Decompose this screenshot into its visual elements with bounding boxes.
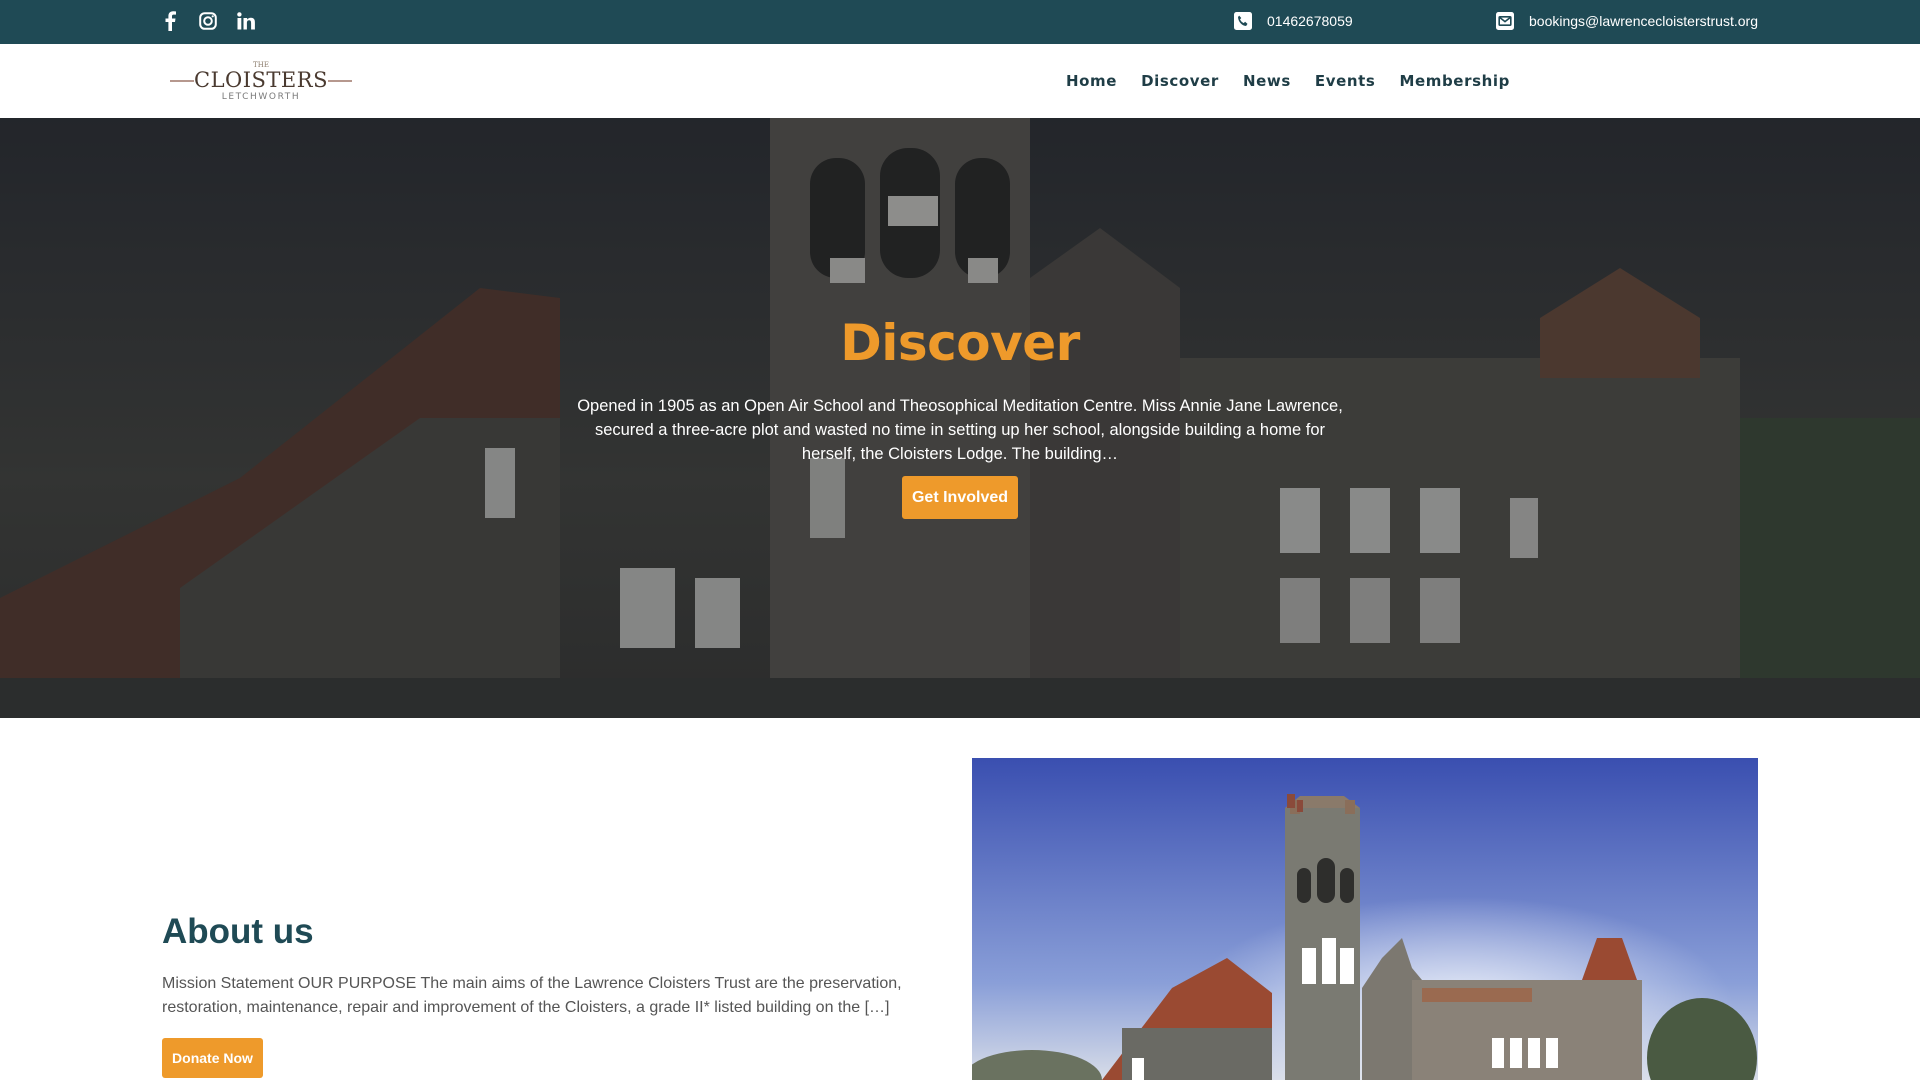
phone-contact[interactable]: 01462678059 <box>1233 11 1353 31</box>
phone-icon <box>1233 11 1253 31</box>
site-header: THE CLOISTERS LETCHWORTH Home Discover N… <box>0 44 1920 118</box>
get-involved-button[interactable]: Get Involved <box>902 476 1018 519</box>
phone-number[interactable]: 01462678059 <box>1267 13 1353 29</box>
hero-description: Opened in 1905 as an Open Air School and… <box>577 397 1343 463</box>
about-image <box>972 758 1758 1080</box>
email-contact[interactable]: bookings@lawrencecloisterstrust.org <box>1495 11 1758 31</box>
linkedin-icon[interactable] <box>234 9 258 33</box>
facebook-icon[interactable] <box>158 9 182 33</box>
hero-section: Discover Opened in 1905 as an Open Air S… <box>0 118 1920 718</box>
nav-discover[interactable]: Discover <box>1141 72 1219 90</box>
logo-sub-text: LETCHWORTH <box>222 92 301 102</box>
social-links <box>158 9 258 33</box>
main-nav: Home Discover News Events Membership <box>1066 72 1510 90</box>
top-bar: 01462678059 bookings@lawrencecloisterstr… <box>0 0 1920 44</box>
nav-home[interactable]: Home <box>1066 72 1117 90</box>
instagram-icon[interactable] <box>196 9 220 33</box>
logo-main-text: CLOISTERS <box>194 68 328 92</box>
site-logo[interactable]: THE CLOISTERS LETCHWORTH <box>168 59 354 103</box>
about-description: Mission Statement OUR PURPOSE The main a… <box>162 975 902 1016</box>
nav-events[interactable]: Events <box>1315 72 1376 90</box>
nav-membership[interactable]: Membership <box>1399 72 1510 90</box>
donate-now-button[interactable]: Donate Now <box>162 1038 263 1078</box>
email-address[interactable]: bookings@lawrencecloisterstrust.org <box>1529 13 1758 29</box>
nav-news[interactable]: News <box>1243 72 1291 90</box>
about-title: About us <box>162 912 314 951</box>
hero-title: Discover <box>840 314 1080 372</box>
envelope-icon <box>1495 11 1515 31</box>
